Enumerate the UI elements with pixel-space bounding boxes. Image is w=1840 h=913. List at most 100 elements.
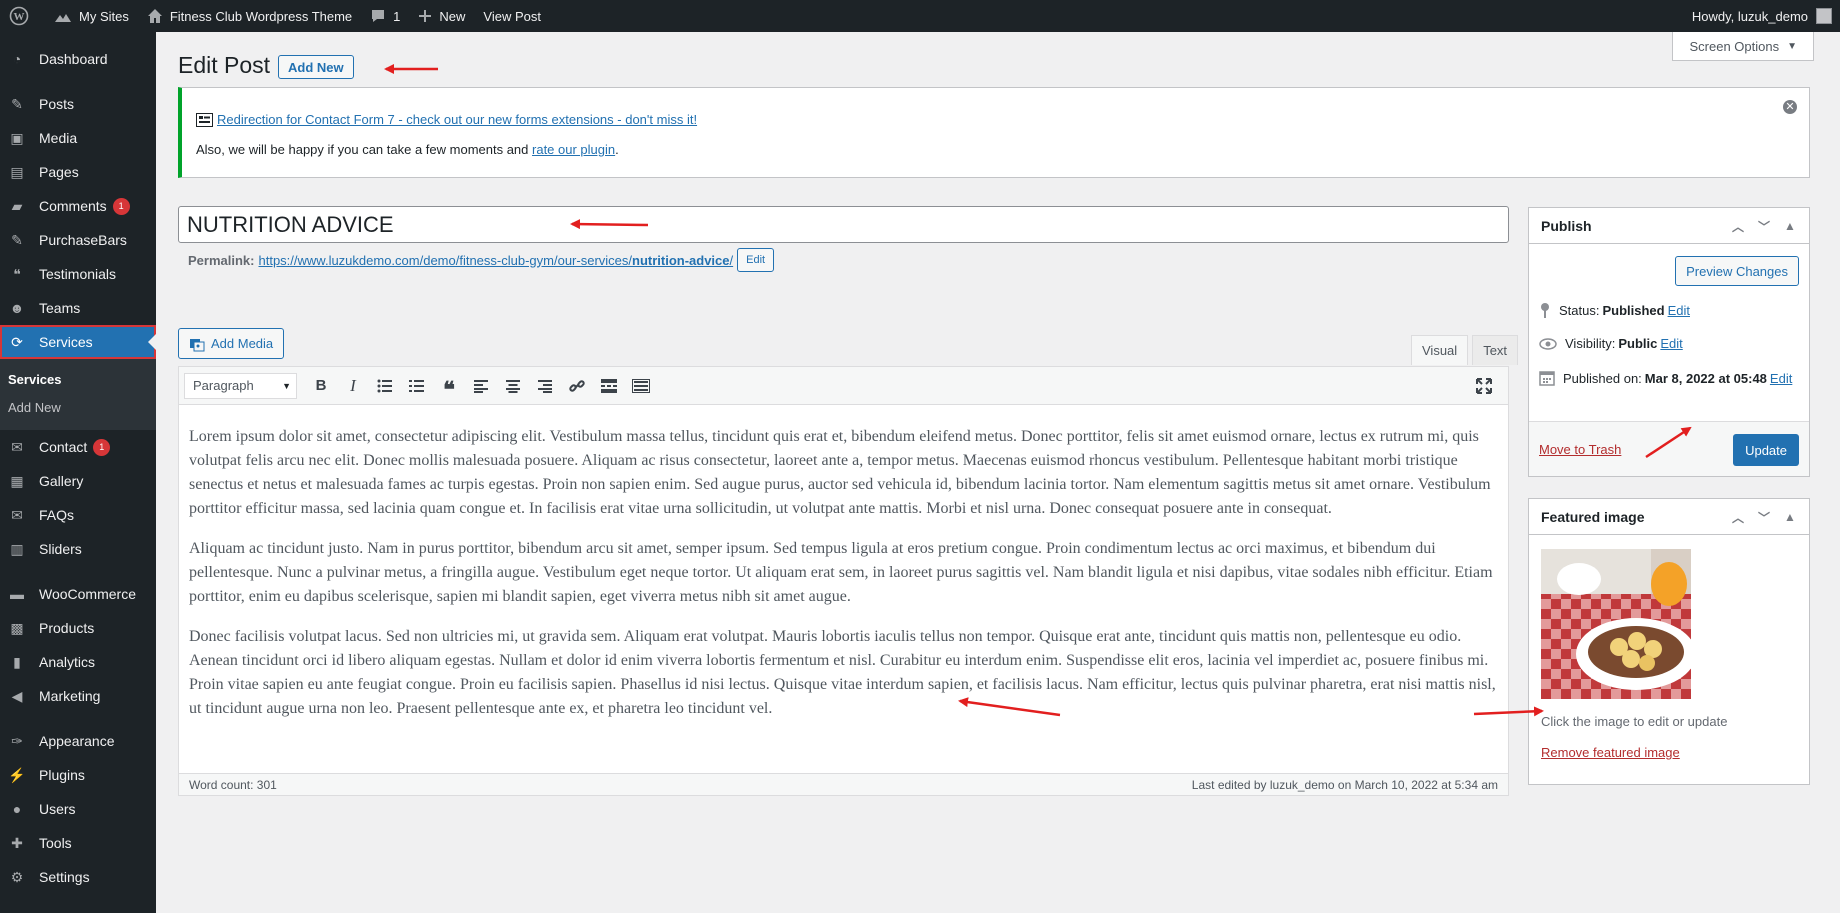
wordpress-icon: W [9,6,29,26]
move-to-trash-link[interactable]: Move to Trash [1539,442,1621,457]
site-name-menu[interactable]: Fitness Club Wordpress Theme [138,0,361,32]
dismiss-icon[interactable]: ✕ [1783,100,1797,114]
screen-options-label: Screen Options [1689,38,1780,54]
sidebar-item-tools[interactable]: ✚ Tools [0,826,156,860]
notice-link[interactable]: Redirection for Contact Form 7 - check o… [217,112,697,127]
preview-changes-button[interactable]: Preview Changes [1675,256,1799,286]
screen-options-button[interactable]: Screen Options ▼ [1672,32,1814,61]
sidebar-item-sliders[interactable]: ▥ Sliders [0,532,156,566]
collapse-toggle-icon[interactable]: ▲ [1777,510,1803,524]
sidebar-item-pages[interactable]: ▤ Pages [0,155,156,189]
bullet-list-button[interactable] [369,371,401,401]
tab-visual[interactable]: Visual [1411,335,1469,365]
insert-link-button[interactable] [561,371,593,401]
remove-featured-image-link[interactable]: Remove featured image [1541,745,1680,760]
sidebar-item-services[interactable]: ⟳ Services [0,325,156,359]
status-value: Published [1602,302,1665,318]
visibility-row: Visibility: Public Edit [1539,336,1683,351]
align-center-button[interactable] [497,371,529,401]
users-icon: ● [12,801,22,817]
fullscreen-button[interactable] [1468,371,1500,401]
sidebar-item-plugins[interactable]: ⚡ Plugins [0,758,156,792]
sidebar-item-users[interactable]: ● Users [0,792,156,826]
sidebar-item-marketing[interactable]: ◀ Marketing [0,679,156,713]
editor-paragraph: Lorem ipsum dolor sit amet, consectetur … [189,428,1491,517]
form-icon [196,112,213,127]
status-label: Status: [1559,302,1600,318]
admin-bar: W My Sites Fitness Club Wordpress Theme … [0,0,1840,32]
editor-tabs: Visual Text [1407,335,1519,365]
featured-image-header: Featured image ︿ ﹀ ▲ [1529,499,1809,535]
new-content-menu[interactable]: New [409,0,474,32]
update-button[interactable]: Update [1733,434,1799,466]
tab-text[interactable]: Text [1472,335,1519,365]
sidebar-item-testimonials[interactable]: ❝ Testimonials [0,257,156,291]
my-sites-menu[interactable]: My Sites [45,0,138,32]
wordpress-logo[interactable]: W [0,0,45,32]
caret-down-icon: ▼ [1787,40,1797,52]
toolbar-toggle-button[interactable] [625,371,657,401]
my-account-menu[interactable]: Howdy, luzuk_demo [1692,8,1840,24]
collapse-toggle-icon[interactable]: ▲ [1777,219,1803,233]
pin-icon [1541,303,1549,318]
permalink-link[interactable]: https://www.luzukdemo.com/demo/fitness-c… [258,253,733,268]
post-title-input[interactable]: NUTRITION ADVICE [178,206,1509,243]
publish-box-header: Publish ︿ ﹀ ▲ [1529,208,1809,244]
chart-icon: ▮ [13,653,21,670]
add-media-button[interactable]: Add Media [178,328,285,359]
read-more-button[interactable] [593,371,625,401]
editor-content[interactable]: Lorem ipsum dolor sit amet, consectetur … [179,405,1508,745]
notice-text-prefix: Also, we will be happy if you can take a… [196,142,533,157]
bold-button[interactable]: B [305,371,337,401]
submenu-item-add-new[interactable]: Add New [0,394,156,422]
italic-button[interactable]: I [337,371,369,401]
last-edited: Last edited by luzuk_demo on March 10, 2… [1191,777,1498,792]
align-left-button[interactable] [465,371,497,401]
editor-toolbar: Paragraph B I ❝ [179,367,1508,405]
view-post-label: View Post [483,8,541,24]
sidebar-item-dashboard[interactable]: ◔ Dashboard [0,42,156,76]
sidebar-item-appearance[interactable]: ✑ Appearance [0,724,156,758]
numbered-list-button[interactable] [401,371,433,401]
align-right-icon [538,379,552,393]
comments-menu[interactable]: 1 [361,0,409,32]
sidebar-item-analytics[interactable]: ▮ Analytics [0,645,156,679]
rate-plugin-link[interactable]: rate our plugin [532,142,615,157]
sidebar-item-label: Media [39,130,78,146]
eye-icon [1539,337,1557,350]
sidebar-item-purchasebars[interactable]: ✎ PurchaseBars [0,223,156,257]
bold-icon: B [315,377,327,394]
sidebar-item-faqs[interactable]: ✉ FAQs [0,498,156,532]
submenu-item-services[interactable]: Services [0,366,156,394]
sidebar-item-media[interactable]: ▣ Media [0,121,156,155]
move-down-icon[interactable]: ﹀ [1751,509,1777,526]
sidebar-item-teams[interactable]: ☻ Teams [0,291,156,325]
sidebar-item-label: Contact [39,439,88,455]
format-select[interactable]: Paragraph [184,372,297,399]
new-label: New [439,8,466,24]
move-up-icon[interactable]: ︿ [1725,509,1751,526]
featured-image-box: Featured image ︿ ﹀ ▲ Click the image to … [1528,498,1810,785]
move-down-icon[interactable]: ﹀ [1751,218,1777,235]
visibility-edit-link[interactable]: Edit [1660,336,1682,351]
numbered-list-icon [409,379,424,392]
sidebar-item-gallery[interactable]: ▦ Gallery [0,464,156,498]
groups-icon: ☻ [9,300,25,316]
featured-image-thumbnail[interactable] [1541,549,1691,699]
move-up-icon[interactable]: ︿ [1725,218,1751,235]
view-post-link[interactable]: View Post [474,0,550,32]
sidebar-item-posts[interactable]: ✎ Posts [0,87,156,121]
blockquote-button[interactable]: ❝ [433,371,465,401]
add-new-button[interactable]: Add New [278,55,354,79]
sidebar-item-settings[interactable]: ⚙ Settings [0,860,156,894]
status-edit-link[interactable]: Edit [1668,303,1690,318]
sidebar-item-contact[interactable]: ✉ Contact 1 [0,430,156,464]
permalink-edit-button[interactable]: Edit [737,248,775,272]
align-right-button[interactable] [529,371,561,401]
sidebar-item-products[interactable]: ▩ Products [0,611,156,645]
published-on-edit-link[interactable]: Edit [1770,371,1792,386]
published-on-row: Published on: Mar 8, 2022 at 05:48 Edit [1539,370,1792,386]
sidebar-item-comments[interactable]: ▰ Comments 1 [0,189,156,223]
sidebar-item-woocommerce[interactable]: ▬ WooCommerce [0,577,156,611]
settings-icon: ⚙ [10,868,24,885]
